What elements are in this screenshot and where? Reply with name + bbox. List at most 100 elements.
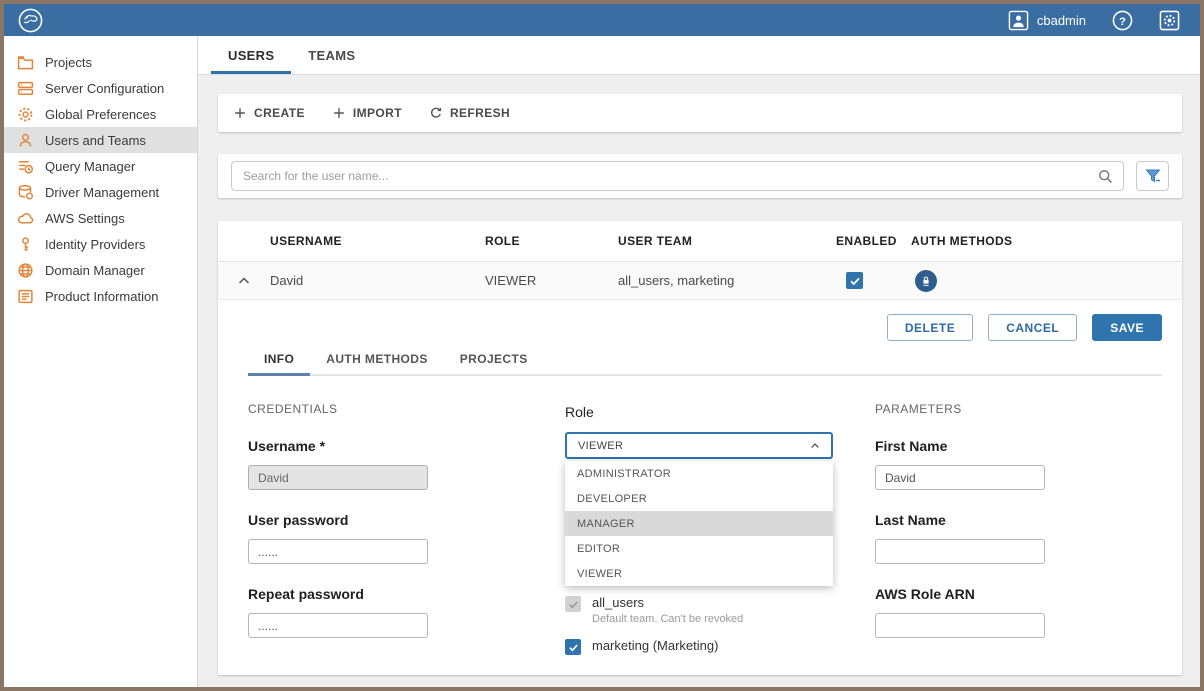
plus-icon (332, 106, 346, 120)
all-users-note: Default team. Can't be revoked (592, 613, 743, 625)
user-avatar-icon (1008, 10, 1029, 31)
cell-username: David (270, 273, 485, 288)
create-button[interactable]: CREATE (233, 106, 305, 120)
all-users-label: all_users (592, 595, 743, 610)
tab-info[interactable]: INFO (248, 344, 310, 374)
globe-icon (17, 262, 34, 279)
server-icon (17, 80, 34, 97)
svg-text:?: ? (1119, 15, 1126, 27)
search-bar (218, 154, 1182, 198)
checkbox-checked-icon (568, 642, 579, 653)
sidebar-item-aws-settings[interactable]: AWS Settings (4, 205, 197, 231)
chevron-up-icon (236, 273, 252, 289)
search-input[interactable] (243, 169, 1097, 183)
chevron-up-icon (809, 440, 821, 452)
sidebar-item-label: Product Information (45, 289, 158, 304)
username-field (248, 465, 428, 490)
marketing-checkbox[interactable] (565, 639, 581, 655)
gear-icon (17, 106, 34, 123)
col-username: USERNAME (270, 234, 485, 248)
role-select[interactable]: VIEWER (565, 432, 833, 459)
main-tabs: USERS TEAMS (198, 36, 1200, 75)
sidebar-item-label: Identity Providers (45, 237, 145, 252)
role-option-manager[interactable]: MANAGER (565, 511, 833, 536)
first-name-label: First Name (875, 438, 1162, 454)
save-button[interactable]: SAVE (1092, 314, 1162, 341)
database-icon (17, 184, 34, 201)
repeat-password-label: Repeat password (248, 586, 565, 602)
col-role: ROLE (485, 234, 618, 248)
cancel-button[interactable]: CANCEL (988, 314, 1077, 341)
user-detail-panel: DELETE CANCEL SAVE INFO AUTH METHODS PRO… (218, 300, 1182, 655)
table-header-row: USERNAME ROLE USER TEAM ENABLED AUTH MET… (218, 221, 1182, 262)
import-button[interactable]: IMPORT (332, 106, 402, 120)
repeat-password-field[interactable] (248, 613, 428, 638)
last-name-field[interactable] (875, 539, 1045, 564)
role-selected-value: VIEWER (578, 440, 623, 452)
aws-role-arn-field[interactable] (875, 613, 1045, 638)
settings-icon (1159, 10, 1180, 31)
search-icon (1097, 168, 1114, 185)
tab-auth-methods[interactable]: AUTH METHODS (310, 344, 443, 374)
sidebar-item-global-preferences[interactable]: Global Preferences (4, 101, 197, 127)
user-menu[interactable]: cbadmin (1008, 10, 1086, 31)
sidebar-item-query-manager[interactable]: Query Manager (4, 153, 197, 179)
sidebar-item-users-and-teams[interactable]: Users and Teams (4, 127, 197, 153)
role-option-administrator[interactable]: ADMINISTRATOR (565, 461, 833, 486)
sidebar-item-label: Global Preferences (45, 107, 156, 122)
app-logo (17, 7, 44, 34)
sidebar-item-projects[interactable]: Projects (4, 49, 197, 75)
users-table: USERNAME ROLE USER TEAM ENABLED AUTH MET… (218, 221, 1182, 675)
sidebar-item-product-information[interactable]: Product Information (4, 283, 197, 309)
tab-teams[interactable]: TEAMS (291, 36, 372, 74)
last-name-label: Last Name (875, 512, 1162, 528)
password-auth-icon (920, 275, 932, 287)
enabled-checkbox[interactable] (846, 272, 863, 289)
cloud-icon (17, 210, 34, 227)
help-button[interactable]: ? (1112, 10, 1133, 31)
role-option-editor[interactable]: EDITOR (565, 536, 833, 561)
document-icon (17, 288, 34, 305)
teams-section: all_users Default team. Can't be revoked (565, 595, 875, 655)
cell-user-team: all_users, marketing (618, 273, 836, 288)
role-option-developer[interactable]: DEVELOPER (565, 486, 833, 511)
team-marketing: marketing (Marketing) (565, 638, 875, 655)
all-users-checkbox-disabled (565, 596, 581, 612)
sidebar-item-label: Server Configuration (45, 81, 164, 96)
marketing-label: marketing (Marketing) (592, 638, 718, 655)
tab-projects[interactable]: PROJECTS (444, 344, 544, 374)
password-auth-badge (915, 270, 937, 292)
col-auth-methods: AUTH METHODS (911, 234, 1182, 248)
tab-users[interactable]: USERS (211, 36, 291, 74)
password-label: User password (248, 512, 565, 528)
plus-icon (233, 106, 247, 120)
username-label: cbadmin (1037, 13, 1086, 28)
table-row[interactable]: David VIEWER all_users, marketing (218, 262, 1182, 300)
col-user-team: USER TEAM (618, 234, 836, 248)
delete-button[interactable]: DELETE (887, 314, 973, 341)
role-section: Role VIEWER ADMINISTRATOR DEVELOPER MANA… (565, 402, 875, 655)
sidebar-item-driver-management[interactable]: Driver Management (4, 179, 197, 205)
filter-icon (1144, 167, 1162, 185)
actions-toolbar: CREATE IMPORT REFRESH (218, 94, 1182, 132)
sidebar-item-domain-manager[interactable]: Domain Manager (4, 257, 197, 283)
sidebar-item-server-configuration[interactable]: Server Configuration (4, 75, 197, 101)
password-field[interactable] (248, 539, 428, 564)
sidebar-item-label: Domain Manager (45, 263, 145, 278)
checkbox-checked-icon (568, 599, 579, 610)
credentials-section: CREDENTIALS Username * User password Rep… (248, 402, 565, 655)
role-label: Role (565, 404, 875, 420)
search-field-wrap (231, 161, 1124, 191)
sidebar-item-label: AWS Settings (45, 211, 125, 226)
refresh-button[interactable]: REFRESH (429, 106, 510, 120)
collapse-row-button[interactable] (218, 273, 270, 289)
sidebar-item-identity-providers[interactable]: Identity Providers (4, 231, 197, 257)
filter-button[interactable] (1136, 161, 1169, 191)
role-option-viewer[interactable]: VIEWER (565, 561, 833, 586)
admin-settings-button[interactable] (1159, 10, 1180, 31)
checkbox-checked-icon (849, 275, 861, 287)
first-name-field[interactable] (875, 465, 1045, 490)
key-icon (17, 236, 34, 253)
top-header: cbadmin ? (4, 4, 1200, 36)
main-panel: USERS TEAMS CREATE IMPORT RE (198, 36, 1200, 687)
